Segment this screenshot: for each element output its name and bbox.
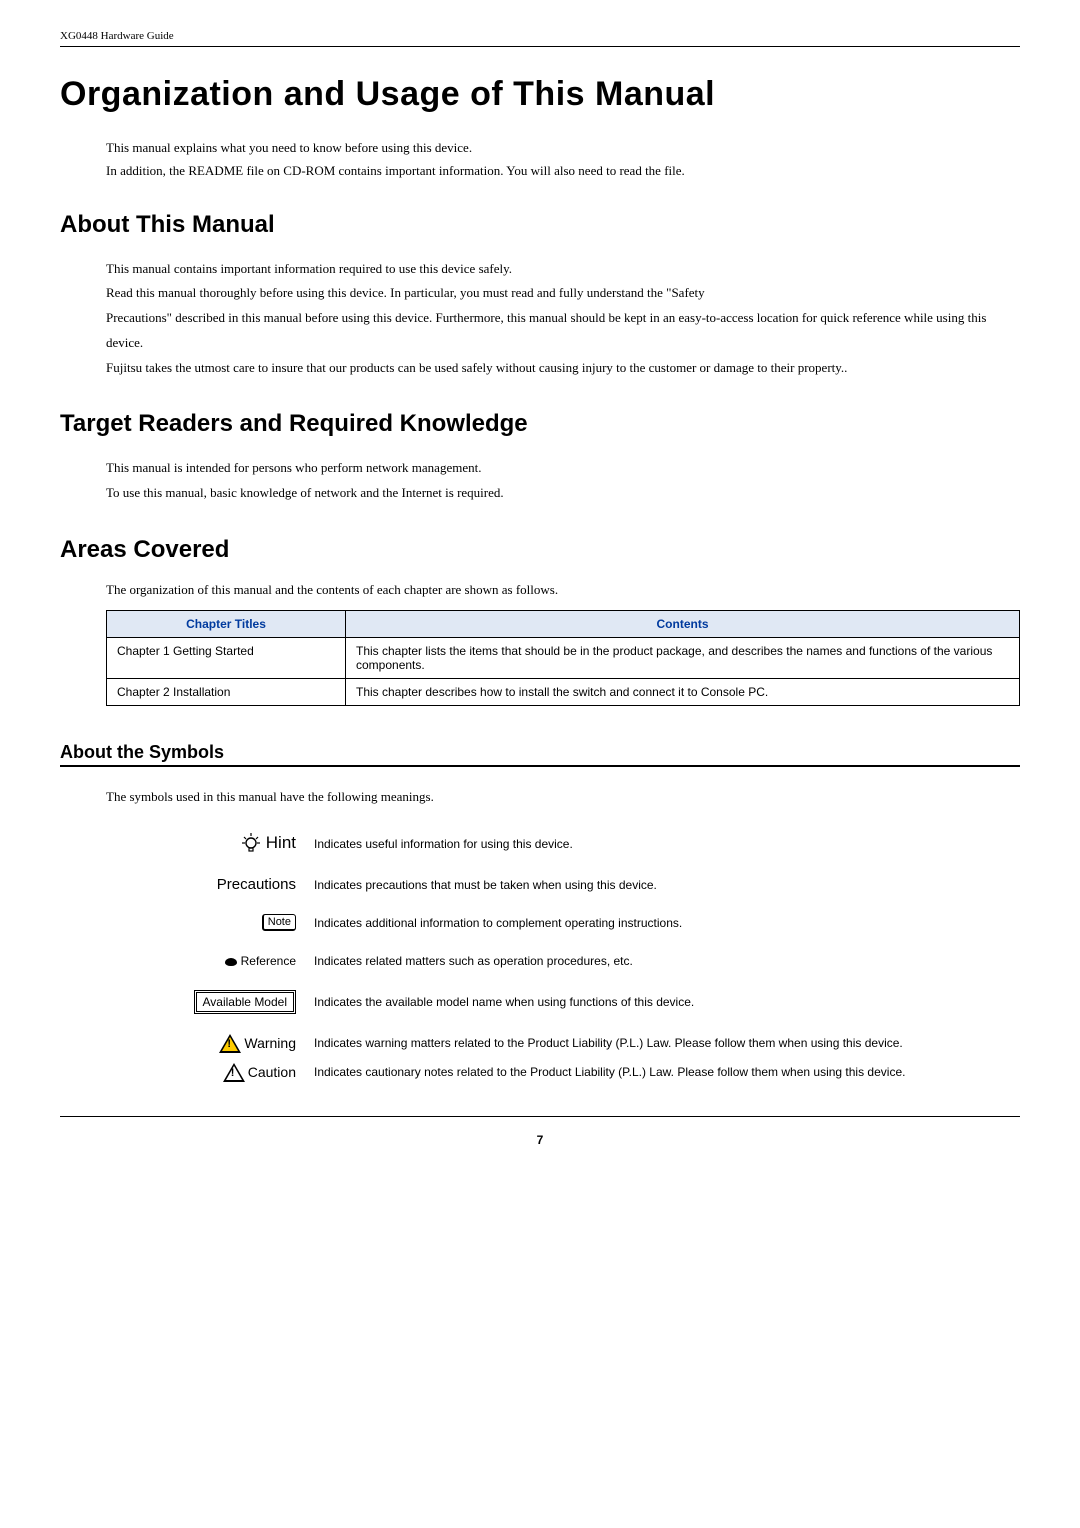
warning-label: Warning — [244, 1035, 296, 1051]
th-contents: Contents — [346, 610, 1020, 637]
heading-target-readers: Target Readers and Required Knowledge — [60, 410, 1020, 438]
symbol-precautions: Precautions — [106, 876, 314, 893]
symbol-reference: Reference — [106, 954, 314, 968]
table-row: Chapter 1 Getting Started This chapter l… — [107, 637, 1020, 678]
precautions-desc: Indicates precautions that must be taken… — [314, 876, 1020, 894]
running-header: XG0448 Hardware Guide — [60, 30, 1020, 47]
available-model-label: Available Model — [194, 990, 297, 1014]
warning-triangle-icon: ! — [219, 1034, 241, 1053]
symbol-row-warning: !Warning Indicates warning matters relat… — [106, 1034, 1020, 1053]
symbol-row-hint: Hint Indicates useful information for us… — [106, 833, 1020, 856]
precautions-label: Precautions — [217, 876, 296, 893]
cell-chapter-1-content: This chapter lists the items that should… — [346, 637, 1020, 678]
page-container: XG0448 Hardware Guide Organization and U… — [0, 0, 1080, 1207]
pointer-icon — [225, 958, 237, 966]
target-p2: To use this manual, basic knowledge of n… — [106, 481, 1020, 506]
areas-covered-body: The organization of this manual and the … — [106, 582, 1020, 706]
heading-rule — [60, 765, 1020, 767]
intro-line-2: In addition, the README file on CD-ROM c… — [106, 159, 1020, 182]
about-manual-body: This manual contains important informati… — [106, 257, 1020, 380]
cell-chapter-1-title: Chapter 1 Getting Started — [107, 637, 346, 678]
cell-chapter-2-content: This chapter describes how to install th… — [346, 678, 1020, 705]
caution-triangle-icon: ! — [223, 1063, 245, 1082]
page-title: Organization and Usage of This Manual — [60, 75, 1020, 114]
symbol-caution: !Caution — [106, 1063, 314, 1082]
symbol-warning: !Warning — [106, 1034, 314, 1053]
intro-line-1: This manual explains what you need to kn… — [106, 136, 1020, 159]
symbol-row-precautions: Precautions Indicates precautions that m… — [106, 876, 1020, 894]
cell-chapter-2-title: Chapter 2 Installation — [107, 678, 346, 705]
symbols-intro: The symbols used in this manual have the… — [106, 789, 1020, 805]
page-footer: 7 — [60, 1116, 1020, 1147]
hint-label: Hint — [266, 833, 296, 852]
th-chapter-titles: Chapter Titles — [107, 610, 346, 637]
reference-desc: Indicates related matters such as operat… — [314, 952, 1020, 970]
target-readers-body: This manual is intended for persons who … — [106, 456, 1020, 505]
areas-intro: The organization of this manual and the … — [106, 582, 1020, 598]
table-row: Chapter 2 Installation This chapter desc… — [107, 678, 1020, 705]
target-p1: This manual is intended for persons who … — [106, 456, 1020, 481]
table-header-row: Chapter Titles Contents — [107, 610, 1020, 637]
symbols-table: Hint Indicates useful information for us… — [106, 833, 1020, 1082]
caution-label: Caution — [248, 1064, 296, 1080]
note-icon: Note — [262, 914, 296, 931]
doc-title: XG0448 Hardware Guide — [60, 30, 174, 42]
note-label: Note — [268, 916, 291, 928]
lightbulb-icon — [242, 833, 260, 856]
heading-about-manual: About This Manual — [60, 211, 1020, 239]
symbol-row-caution: !Caution Indicates cautionary notes rela… — [106, 1063, 1020, 1082]
symbol-row-reference: Reference Indicates related matters such… — [106, 952, 1020, 970]
warning-desc: Indicates warning matters related to the… — [314, 1034, 1020, 1052]
about-p3: Precautions" described in this manual be… — [106, 306, 1020, 355]
areas-table: Chapter Titles Contents Chapter 1 Gettin… — [106, 610, 1020, 706]
heading-areas-covered: Areas Covered — [60, 536, 1020, 564]
symbol-row-available-model: Available Model Indicates the available … — [106, 990, 1020, 1014]
heading-about-symbols: About the Symbols — [60, 742, 1020, 763]
about-p2: Read this manual thoroughly before using… — [106, 281, 1020, 306]
intro-block: This manual explains what you need to kn… — [106, 136, 1020, 183]
note-desc: Indicates additional information to comp… — [314, 914, 1020, 932]
symbol-hint: Hint — [106, 833, 314, 856]
symbol-note: Note — [106, 914, 314, 931]
hint-desc: Indicates useful information for using t… — [314, 835, 1020, 853]
about-p4: Fujitsu takes the utmost care to insure … — [106, 356, 1020, 381]
page-number: 7 — [537, 1133, 544, 1147]
available-model-desc: Indicates the available model name when … — [314, 993, 1020, 1011]
reference-label: Reference — [241, 954, 296, 968]
caution-desc: Indicates cautionary notes related to th… — [314, 1063, 1020, 1081]
about-p1: This manual contains important informati… — [106, 257, 1020, 282]
symbol-available-model: Available Model — [106, 990, 314, 1014]
symbol-row-note: Note Indicates additional information to… — [106, 914, 1020, 932]
